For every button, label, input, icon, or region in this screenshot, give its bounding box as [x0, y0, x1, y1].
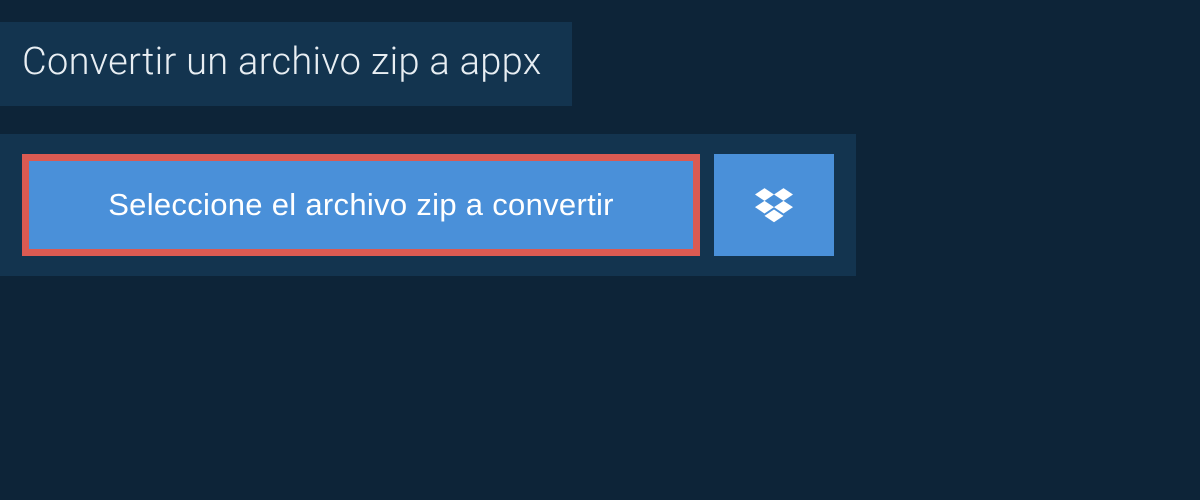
title-bar: Convertir un archivo zip a appx — [0, 22, 572, 106]
file-action-panel: Seleccione el archivo zip a convertir — [0, 134, 856, 276]
select-file-label: Seleccione el archivo zip a convertir — [108, 187, 614, 223]
page-title: Convertir un archivo zip a appx — [22, 40, 542, 84]
dropbox-button[interactable] — [714, 154, 834, 256]
dropbox-icon — [755, 185, 793, 226]
select-file-button[interactable]: Seleccione el archivo zip a convertir — [22, 154, 700, 256]
